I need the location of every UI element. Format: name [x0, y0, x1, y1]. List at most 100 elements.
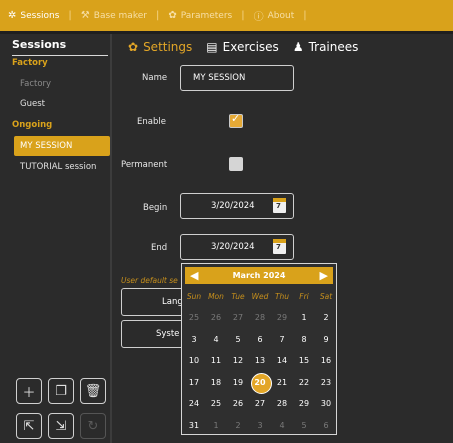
- prev-month-arrow-icon[interactable]: ◀: [190, 270, 198, 281]
- menu-separator: |: [68, 10, 72, 21]
- calendar-day[interactable]: 23: [315, 374, 337, 392]
- date-picker-popup: ◀ March 2024 ▶ Sun Mon Tue Wed Thu Fri Sat 25 2…: [181, 263, 337, 435]
- sidebar-item-guest[interactable]: Guest: [14, 94, 110, 114]
- begin-date-field[interactable]: 3/20/2024 7: [180, 193, 294, 219]
- calendar-day[interactable]: 27: [227, 309, 249, 327]
- refresh-button[interactable]: ↻: [80, 413, 106, 439]
- calendar-day[interactable]: 19: [227, 374, 249, 392]
- menu-sessions[interactable]: ✲ Sessions: [8, 10, 59, 21]
- weekday-label: Fri: [299, 292, 309, 301]
- top-menu-bar: ✲ Sessions | ⚒ Base maker | ✿ Parameters…: [0, 0, 453, 34]
- calendar-day[interactable]: 27: [249, 395, 271, 413]
- info-icon: ⓘ: [253, 12, 264, 23]
- calendar-day[interactable]: 15: [293, 352, 315, 370]
- menu-base-maker-label: Base maker: [93, 10, 147, 21]
- menu-base-maker[interactable]: ⚒ Base maker: [81, 10, 147, 21]
- name-field[interactable]: MY SESSION: [180, 65, 294, 91]
- trash-icon: 🗑: [84, 383, 102, 399]
- sidebar-item-tutorial-session[interactable]: TUTORIAL session: [14, 157, 110, 177]
- calendar-day[interactable]: 8: [293, 331, 315, 349]
- tab-label: Settings: [143, 40, 193, 54]
- calendar-day[interactable]: 9: [315, 331, 337, 349]
- calendar-day[interactable]: 11: [205, 352, 227, 370]
- calendar-icon[interactable]: 7: [273, 198, 286, 213]
- calendar-day[interactable]: 5: [293, 417, 315, 435]
- month-label[interactable]: March 2024: [233, 271, 286, 280]
- calendar-day[interactable]: 1: [205, 417, 227, 435]
- next-month-arrow-icon[interactable]: ▶: [320, 270, 328, 281]
- calendar-day[interactable]: 25: [183, 309, 205, 327]
- menu-about[interactable]: ⓘ About: [253, 8, 295, 24]
- calendar-day[interactable]: 2: [227, 417, 249, 435]
- calendar-day[interactable]: 3: [249, 417, 271, 435]
- calendar-day[interactable]: 10: [183, 352, 205, 370]
- tab-label: Trainees: [308, 40, 359, 54]
- calendar-day[interactable]: 6: [249, 331, 271, 349]
- calendar-day[interactable]: 13: [249, 352, 271, 370]
- calendar-day[interactable]: 30: [315, 395, 337, 413]
- clipboard-icon: ▤: [206, 40, 218, 54]
- calendar-day[interactable]: 18: [205, 374, 227, 392]
- gear-icon: ✿: [128, 40, 139, 54]
- calendar-day[interactable]: 26: [205, 309, 227, 327]
- group-ongoing-header: Ongoing: [12, 120, 53, 130]
- sidebar-item-label: MY SESSION: [20, 141, 73, 151]
- menu-separator: |: [155, 10, 160, 21]
- calendar-day[interactable]: 24: [183, 395, 205, 413]
- enable-checkbox[interactable]: [229, 112, 243, 128]
- import-session-button[interactable]: ⇲: [48, 413, 74, 439]
- menu-separator: |: [303, 10, 307, 21]
- menu-parameters[interactable]: ✿ Parameters: [168, 10, 232, 21]
- calendar-day[interactable]: 5: [227, 331, 249, 349]
- tab-trainees[interactable]: ♟ Trainees: [293, 40, 359, 54]
- enable-label: Enable: [137, 117, 166, 127]
- calendar-day[interactable]: 29: [271, 309, 293, 327]
- tab-settings[interactable]: ✿ Settings: [128, 40, 192, 54]
- calendar-day[interactable]: 2: [315, 309, 337, 327]
- tab-exercises[interactable]: ▤ Exercises: [206, 40, 279, 54]
- duplicate-session-button[interactable]: ❐: [48, 378, 74, 404]
- gears-icon: ✲: [8, 10, 17, 21]
- calendar-day[interactable]: 1: [293, 309, 315, 327]
- calendar-day[interactable]: 21: [271, 374, 293, 392]
- export-session-button[interactable]: ⇱: [16, 413, 42, 439]
- name-field-value: MY SESSION: [193, 73, 246, 83]
- menu-separator: |: [241, 10, 245, 21]
- refresh-icon: ↻: [87, 418, 99, 434]
- tab-label: Exercises: [222, 40, 279, 54]
- calendar-day[interactable]: 4: [271, 417, 293, 435]
- calendar-day[interactable]: 28: [271, 395, 293, 413]
- add-session-button[interactable]: ＋: [16, 378, 42, 404]
- calendar-day-selected[interactable]: 20: [249, 372, 272, 394]
- calendar-day[interactable]: 22: [293, 374, 315, 392]
- menu-about-label: About: [267, 10, 295, 21]
- delete-session-button[interactable]: 🗑: [80, 378, 106, 404]
- calendar-day[interactable]: 12: [227, 352, 249, 370]
- name-label: Name: [142, 73, 168, 83]
- calendar-day[interactable]: 25: [205, 395, 227, 413]
- weekday-label: Mon: [208, 292, 224, 301]
- calendar-icon[interactable]: 7: [273, 239, 286, 254]
- calendar-day[interactable]: 16: [315, 352, 337, 370]
- permanent-checkbox[interactable]: [229, 157, 243, 171]
- calendar-day[interactable]: 28: [249, 309, 271, 327]
- calendar-day[interactable]: 7: [271, 331, 293, 349]
- calendar-day[interactable]: 3: [183, 331, 205, 349]
- end-date-field[interactable]: 3/20/2024 7: [180, 234, 294, 260]
- calendar-day[interactable]: 4: [205, 331, 227, 349]
- calendar-day[interactable]: 26: [227, 395, 249, 413]
- sidebar-item-my-session[interactable]: MY SESSION: [14, 136, 110, 156]
- calendar-day[interactable]: 6: [315, 417, 337, 435]
- sidebar-item-label: Guest: [20, 99, 45, 109]
- calendar-day[interactable]: 14: [271, 352, 293, 370]
- sidebar-item-label: Factory: [20, 79, 52, 89]
- sidebar-title: Sessions: [12, 38, 67, 51]
- begin-date-value: 3/20/2024: [211, 201, 255, 211]
- sidebar-item-factory[interactable]: Factory: [14, 74, 110, 94]
- calendar-day[interactable]: 29: [293, 395, 315, 413]
- language-button-label: Lang: [162, 297, 183, 307]
- menu-parameters-label: Parameters: [180, 10, 233, 21]
- calendar-day[interactable]: 31: [183, 417, 205, 435]
- calendar-day[interactable]: 17: [183, 374, 205, 392]
- weekday-label: Wed: [251, 292, 269, 301]
